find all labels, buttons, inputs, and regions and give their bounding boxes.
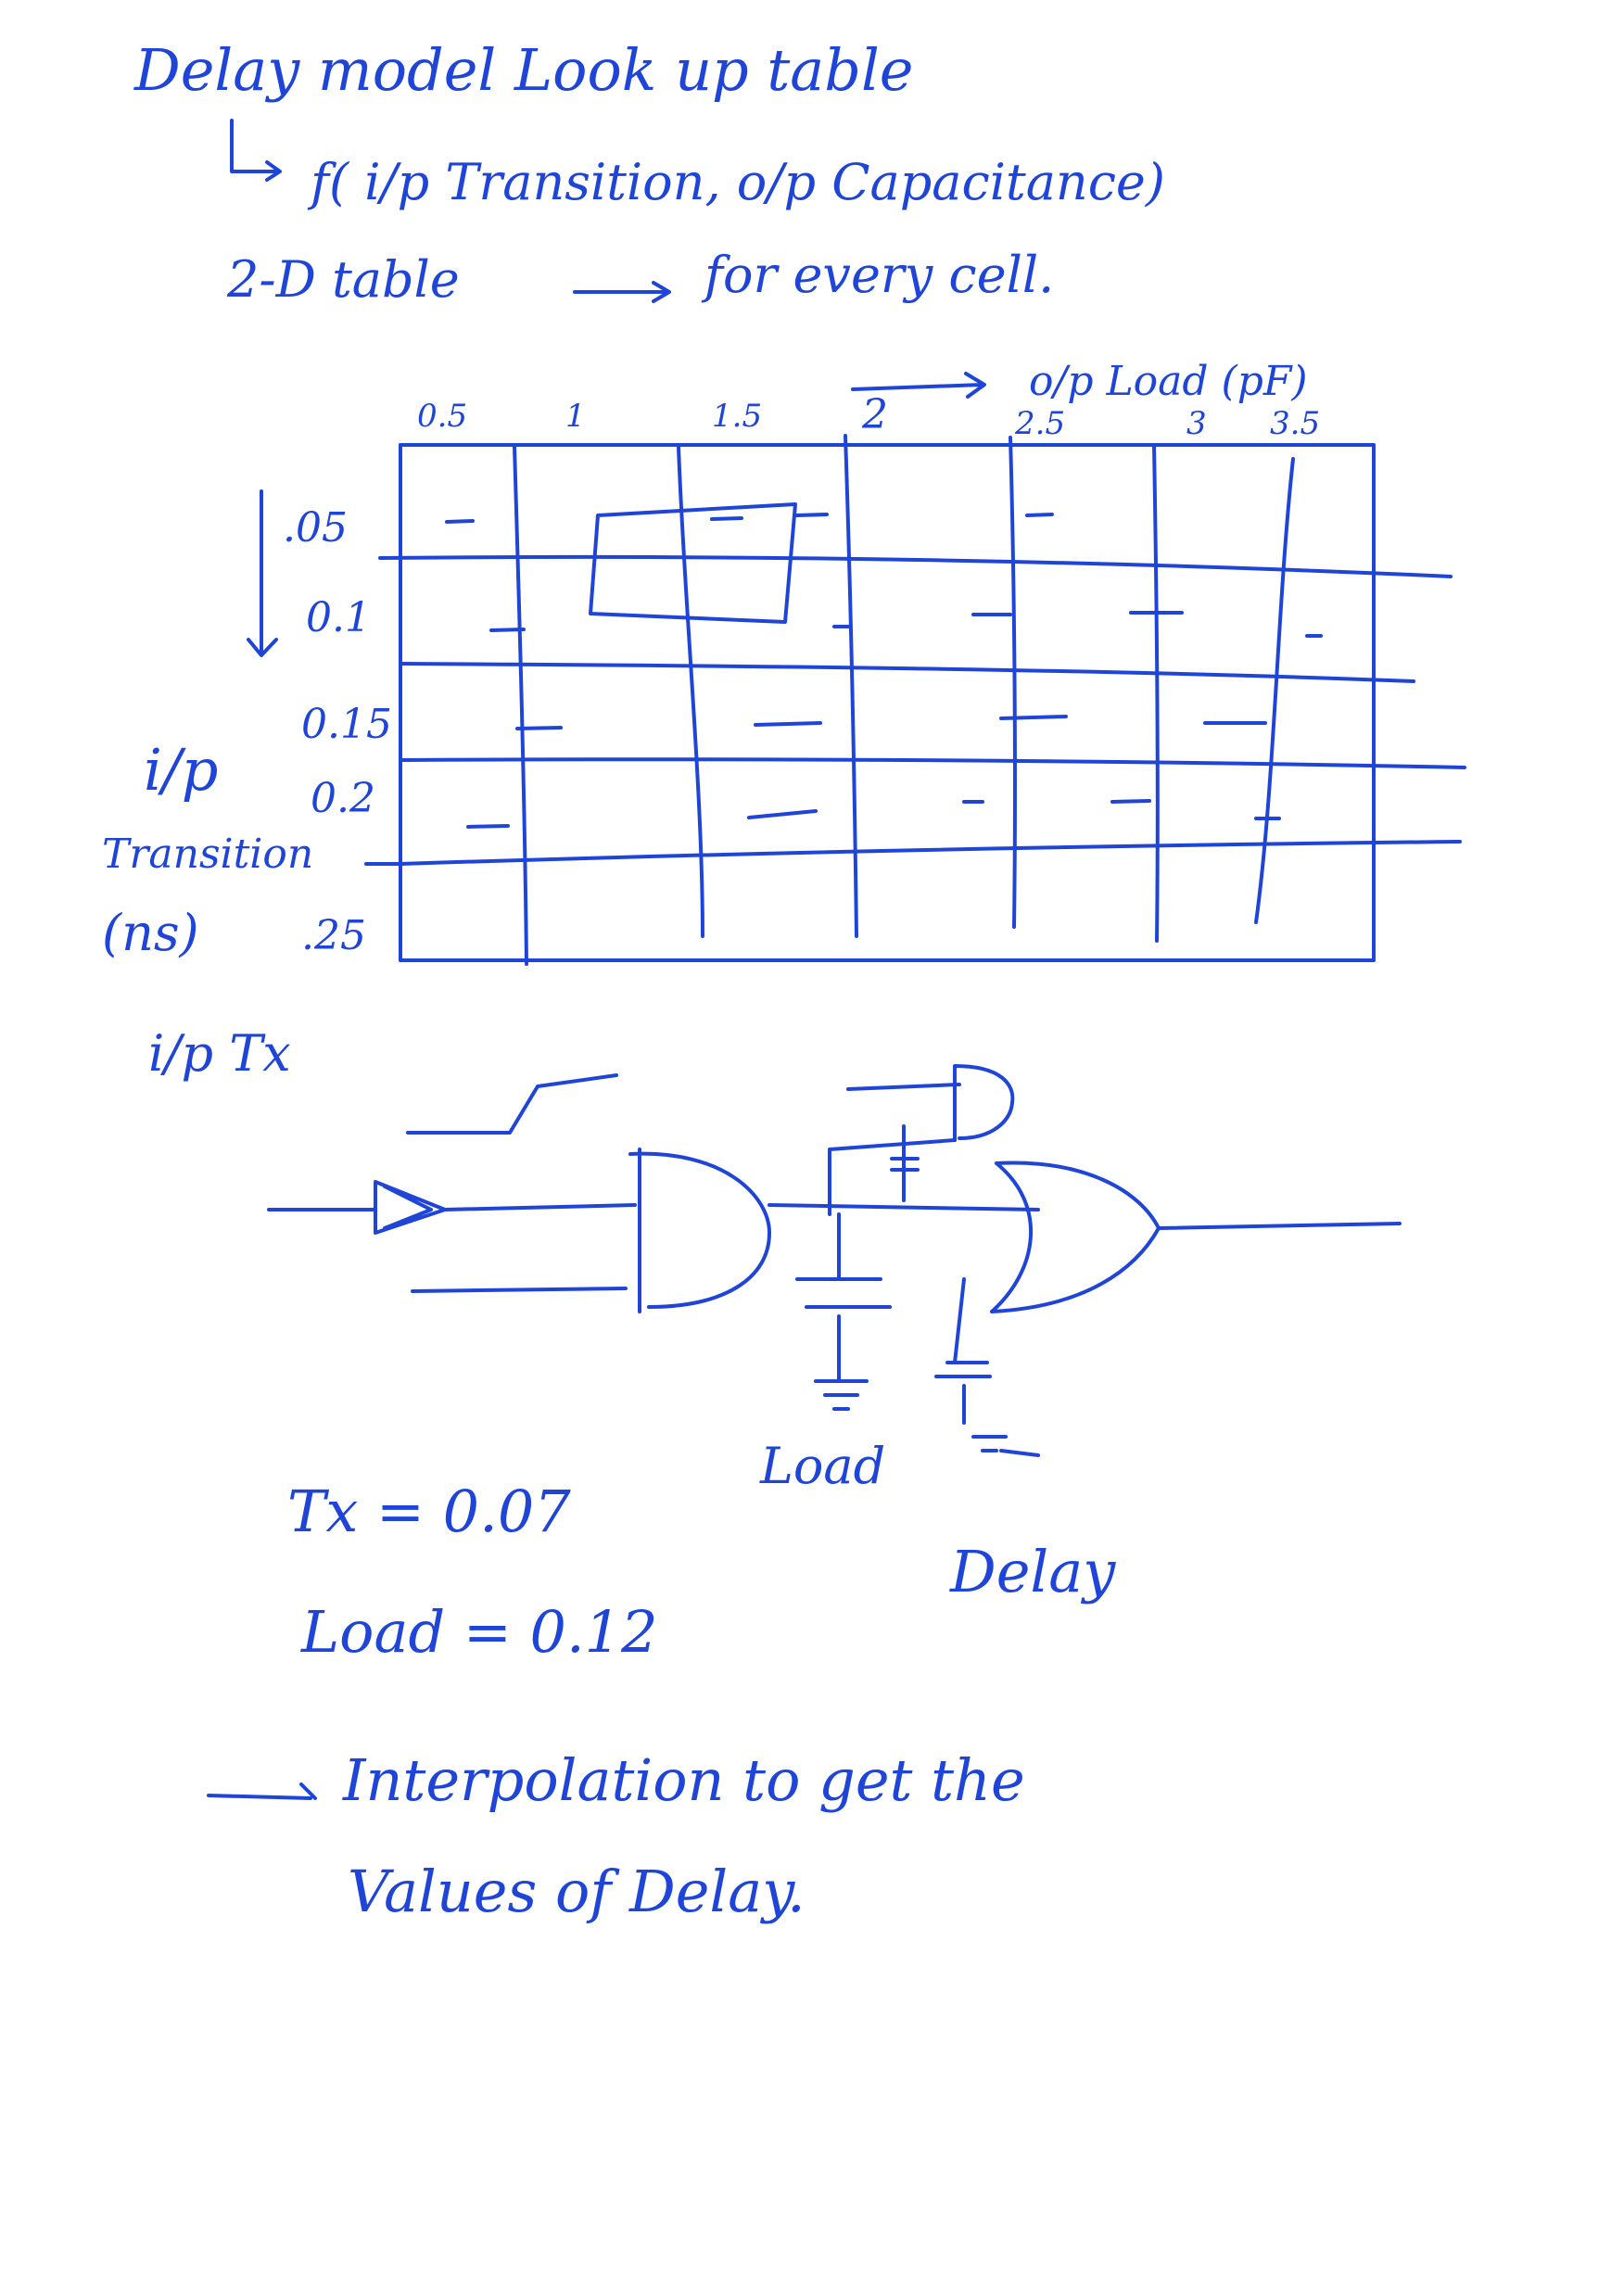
function-definition: f( i/p Transition, o/p Capacitance) [311, 153, 1165, 211]
row-label: 0.15 [301, 701, 392, 748]
cell-dash [466, 824, 510, 829]
column-label: 2.5 [1015, 405, 1066, 442]
cell-dash [1110, 799, 1151, 804]
interp-arrow [207, 1782, 317, 1800]
buffer-gate [374, 1180, 447, 1235]
lut-table-frame [399, 443, 1376, 962]
delay-label: Delay [950, 1538, 1116, 1605]
cell-dash [489, 628, 526, 632]
transition-axis-arrow [247, 489, 278, 657]
column-label: 1.5 [712, 398, 763, 435]
wire [411, 1287, 628, 1293]
cell-dash [999, 715, 1068, 720]
cell-dash [710, 516, 743, 521]
wire [953, 1277, 966, 1364]
row-axis-unit: (ns) [102, 904, 199, 962]
interpolation-note: Interpolation to get the [343, 1746, 1025, 1814]
lut-vline [1009, 436, 1017, 929]
cell-dash [747, 809, 818, 819]
row-axis-label: i/p [144, 736, 219, 804]
wire [443, 1203, 637, 1211]
lut-vline [513, 445, 528, 966]
or-gate [990, 1161, 1161, 1313]
wire [846, 1083, 961, 1091]
lut-hline [399, 662, 1415, 683]
lut-hline [399, 757, 1466, 769]
lut-vline [1152, 443, 1160, 943]
column-label: 3 [1186, 405, 1207, 442]
capacitor [890, 1124, 920, 1202]
lut-vline [1254, 457, 1295, 924]
table-description: 2-D table [227, 250, 460, 309]
load-value: Load = 0.12 [301, 1598, 658, 1666]
row-label: 0.2 [311, 775, 375, 822]
column-label: 2 [862, 391, 888, 438]
input-transition-label: i/p Tx [148, 1024, 291, 1083]
table-description-right: for every cell. [704, 246, 1055, 304]
output-wire [1157, 1222, 1402, 1230]
handwritten-note-page: Delay model Look up table f( i/p Transit… [0, 0, 1624, 2296]
cell-dash [754, 721, 822, 727]
table-arrow [573, 281, 671, 303]
heading-hook-arrow [230, 119, 282, 182]
page-title: Delay model Look up table [134, 36, 914, 104]
column-label: 0.5 [417, 398, 468, 435]
lut-hline [378, 554, 1453, 578]
ground-mark [999, 1449, 1040, 1457]
capacitor [934, 1361, 1008, 1452]
lut-vline [844, 434, 858, 938]
sketch-drawing [207, 119, 1466, 1800]
column-label: 3.5 [1270, 405, 1321, 442]
wire [768, 1203, 1040, 1211]
row-label: 0.1 [306, 594, 371, 641]
capacitor [795, 1212, 892, 1411]
and-gate [628, 1148, 771, 1313]
cell-dash [1025, 513, 1054, 517]
input-waveform [406, 1073, 618, 1135]
row-label: .25 [301, 912, 366, 959]
cell-dash [445, 519, 475, 524]
row-label: .05 [283, 504, 348, 552]
column-label: 1 [565, 398, 586, 435]
selected-cell-box [589, 502, 797, 624]
tx-value: Tx = 0.07 [287, 1478, 571, 1545]
wire [828, 1138, 957, 1216]
lut-hline [399, 840, 1462, 866]
lut-vline [677, 445, 704, 938]
load-label: Load [760, 1437, 886, 1495]
column-axis-label: o/p Load (pF) [1029, 358, 1308, 405]
cell-dash [795, 513, 829, 517]
row-axis-label: Transition [102, 831, 314, 878]
interpolation-note-continued: Values of Delay. [348, 1858, 806, 1925]
and-gate [953, 1064, 1015, 1142]
cell-dash [515, 726, 563, 730]
